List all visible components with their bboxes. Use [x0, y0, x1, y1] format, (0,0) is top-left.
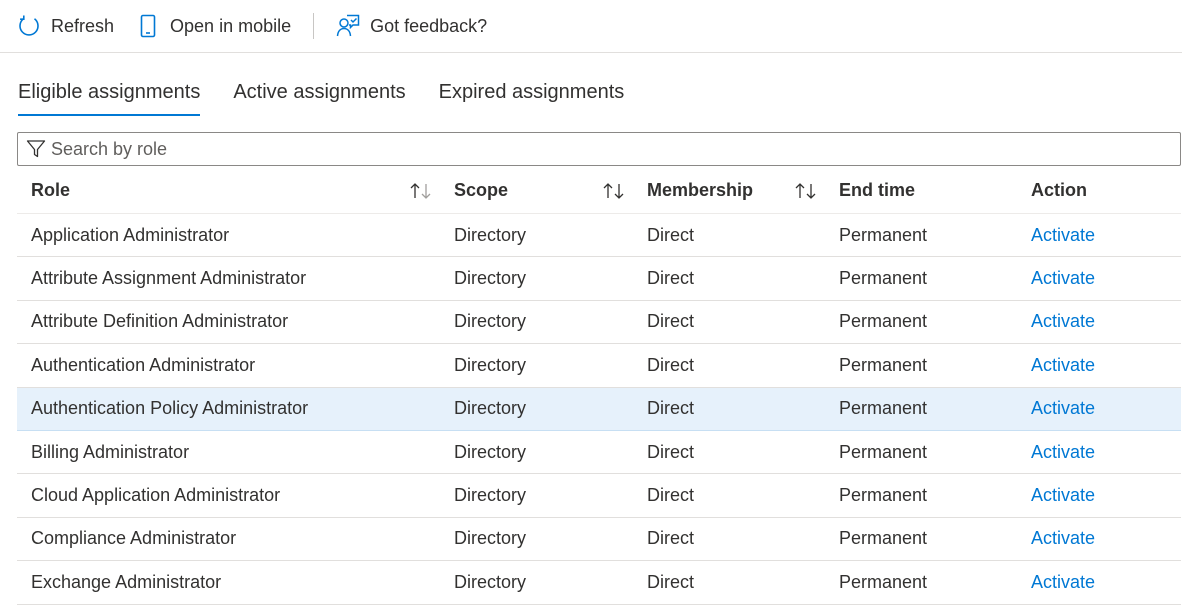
scope-cell: Directory [454, 485, 527, 506]
table-row-selected[interactable]: Authentication Policy Administrator Dire… [17, 387, 1181, 431]
table-row[interactable]: Billing Administrator Directory Direct P… [17, 431, 1181, 475]
activate-link[interactable]: Activate [1031, 398, 1095, 419]
scope-cell: Directory [454, 441, 527, 462]
membership-cell: Direct [647, 311, 695, 332]
table-row[interactable]: Compliance Administrator Directory Direc… [17, 518, 1181, 562]
role-cell: Exchange Administrator [31, 571, 222, 592]
role-cell: Attribute Definition Administrator [31, 311, 289, 332]
feedback-label: Got feedback? [370, 15, 488, 36]
mobile-icon [136, 14, 160, 38]
feedback-icon [336, 14, 360, 38]
toolbar-divider [313, 13, 315, 39]
filter-icon [25, 138, 47, 160]
table-header: Role Scope Membership End time Action [17, 168, 1181, 214]
end-time-cell: Permanent [839, 311, 928, 332]
refresh-label: Refresh [51, 15, 115, 36]
sort-icon[interactable] [793, 180, 819, 202]
activate-link[interactable]: Activate [1031, 442, 1095, 463]
end-time-cell: Permanent [839, 398, 928, 419]
tab-expired-assignments[interactable]: Expired assignments [439, 72, 625, 116]
end-time-cell: Permanent [839, 268, 928, 289]
membership-cell: Direct [647, 224, 695, 245]
role-cell: Billing Administrator [31, 441, 190, 462]
open-in-mobile-button[interactable]: Open in mobile [136, 6, 291, 46]
table-row[interactable]: Cloud Application Administrator Director… [17, 474, 1181, 518]
command-bar: Refresh Open in mobile Got feedback? [0, 0, 1182, 53]
tab-active-assignments[interactable]: Active assignments [233, 72, 405, 116]
activate-link[interactable]: Activate [1031, 311, 1095, 332]
sort-icon[interactable] [408, 180, 434, 202]
membership-cell: Direct [647, 485, 695, 506]
end-time-cell: Permanent [839, 441, 928, 462]
scope-cell: Directory [454, 398, 527, 419]
column-header-scope[interactable]: Scope [440, 168, 633, 213]
column-header-end-time: End time [839, 180, 916, 200]
table-row[interactable]: Application Administrator Directory Dire… [17, 214, 1181, 258]
search-input[interactable] [51, 138, 1151, 160]
table-row[interactable]: Exchange Administrator Directory Direct … [17, 561, 1181, 605]
scope-cell: Directory [454, 268, 527, 289]
membership-cell: Direct [647, 571, 695, 592]
scope-cell: Directory [454, 571, 527, 592]
column-header-role[interactable]: Role [17, 168, 440, 213]
open-in-mobile-label: Open in mobile [170, 15, 292, 36]
column-header-action: Action [1031, 180, 1087, 200]
activate-link[interactable]: Activate [1031, 268, 1095, 289]
column-header-scope-label: Scope [454, 180, 509, 200]
role-cell: Attribute Assignment Administrator [31, 268, 307, 289]
membership-cell: Direct [647, 398, 695, 419]
activate-link[interactable]: Activate [1031, 355, 1095, 376]
scope-cell: Directory [454, 311, 527, 332]
scope-cell: Directory [454, 224, 527, 245]
role-cell: Authentication Administrator [31, 354, 256, 375]
end-time-cell: Permanent [839, 224, 928, 245]
scope-cell: Directory [454, 354, 527, 375]
activate-link[interactable]: Activate [1031, 572, 1095, 593]
role-cell: Compliance Administrator [31, 528, 237, 549]
role-cell: Authentication Policy Administrator [31, 398, 309, 419]
role-cell: Cloud Application Administrator [31, 485, 281, 506]
assignment-tabs: Eligible assignments Active assignments … [18, 72, 657, 118]
membership-cell: Direct [647, 441, 695, 462]
table-row[interactable]: Attribute Assignment Administrator Direc… [17, 257, 1181, 301]
refresh-button[interactable]: Refresh [17, 6, 114, 46]
column-header-membership[interactable]: Membership [633, 168, 825, 213]
column-header-membership-label: Membership [647, 180, 754, 200]
activate-link[interactable]: Activate [1031, 528, 1095, 549]
table-row[interactable]: Attribute Definition Administrator Direc… [17, 301, 1181, 345]
scope-cell: Directory [454, 528, 527, 549]
column-header-role-label: Role [31, 180, 71, 200]
end-time-cell: Permanent [839, 354, 928, 375]
membership-cell: Direct [647, 354, 695, 375]
refresh-icon [17, 14, 41, 38]
activate-link[interactable]: Activate [1031, 225, 1095, 246]
end-time-cell: Permanent [839, 485, 928, 506]
role-cell: Application Administrator [31, 224, 230, 245]
feedback-button[interactable]: Got feedback? [336, 6, 487, 46]
activate-link[interactable]: Activate [1031, 485, 1095, 506]
table-row[interactable]: Authentication Administrator Directory D… [17, 344, 1181, 388]
membership-cell: Direct [647, 528, 695, 549]
tab-eligible-assignments[interactable]: Eligible assignments [18, 72, 201, 116]
sort-icon[interactable] [601, 180, 627, 202]
membership-cell: Direct [647, 268, 695, 289]
end-time-cell: Permanent [839, 571, 928, 592]
roles-table: Role Scope Membership End time Action Ap… [17, 168, 1181, 605]
end-time-cell: Permanent [839, 528, 928, 549]
search-box [17, 132, 1181, 166]
